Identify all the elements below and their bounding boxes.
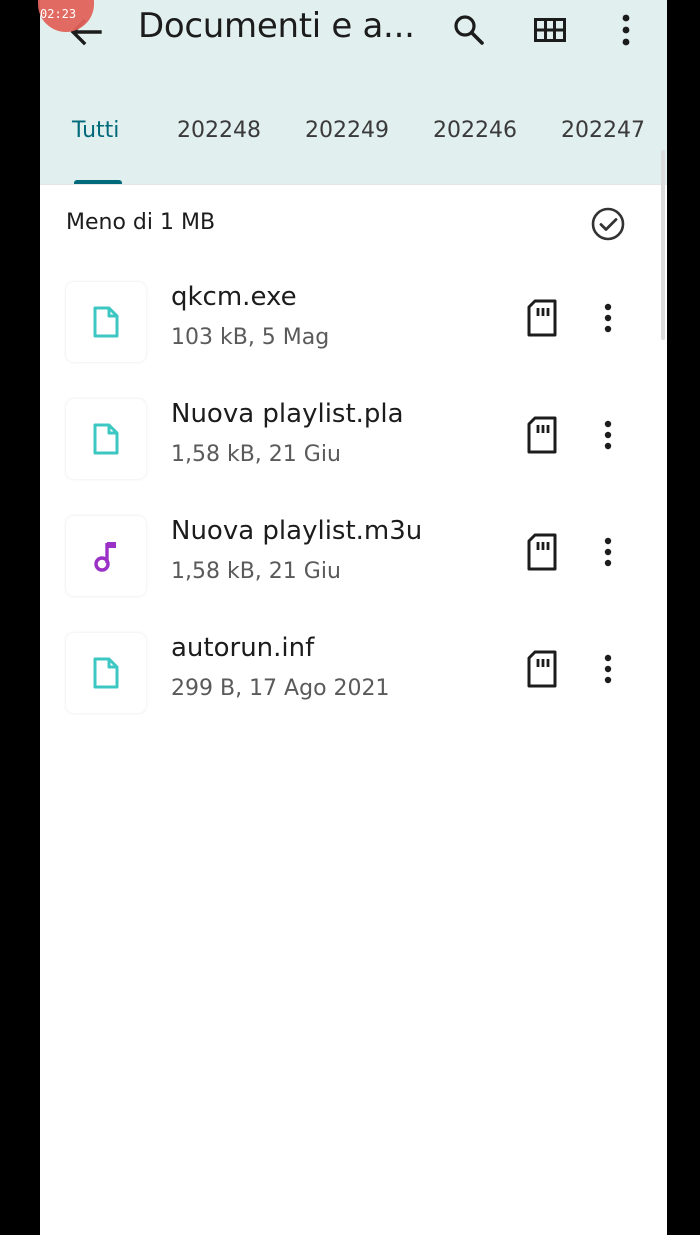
- scrollbar[interactable]: [661, 150, 665, 340]
- tab-bar: Tutti 202248 202249 202246 202247: [40, 100, 667, 184]
- record-time: 02:23: [40, 7, 77, 21]
- more-vert-icon[interactable]: [590, 298, 626, 338]
- file-name: Nuova playlist.pla: [171, 399, 404, 429]
- file-icon: [66, 633, 146, 713]
- list-item[interactable]: qkcm.exe 103 kB, 5 Mag: [40, 272, 667, 382]
- grid-view-icon[interactable]: [526, 6, 574, 54]
- file-name: autorun.inf: [171, 633, 315, 663]
- tab-tutti[interactable]: Tutti: [72, 118, 119, 143]
- tab-202247[interactable]: 202247: [561, 118, 645, 143]
- more-vert-icon[interactable]: [590, 532, 626, 572]
- sd-card-icon: [525, 532, 559, 572]
- file-meta: 103 kB, 5 Mag: [171, 325, 330, 350]
- file-name: qkcm.exe: [171, 282, 297, 312]
- list-item[interactable]: Nuova playlist.pla 1,58 kB, 21 Giu: [40, 389, 667, 499]
- phone-screen: Documenti e a... Tutti 202248 202249 202…: [40, 0, 667, 1235]
- sd-card-icon: [525, 298, 559, 338]
- app-bar: Documenti e a... Tutti 202248 202249 202…: [40, 0, 667, 184]
- page-title: Documenti e a...: [138, 6, 415, 46]
- list-item[interactable]: autorun.inf 299 B, 17 Ago 2021: [40, 623, 667, 733]
- list-item[interactable]: Nuova playlist.m3u 1,58 kB, 21 Giu: [40, 506, 667, 616]
- file-icon: [66, 282, 146, 362]
- section-title: Meno di 1 MB: [66, 210, 216, 235]
- tab-202249[interactable]: 202249: [305, 118, 389, 143]
- sd-card-icon: [525, 649, 559, 689]
- more-vert-icon[interactable]: [590, 649, 626, 689]
- tab-202248[interactable]: 202248: [177, 118, 261, 143]
- file-icon: [66, 399, 146, 479]
- file-meta: 1,58 kB, 21 Giu: [171, 442, 341, 467]
- music-note-icon: [66, 516, 146, 596]
- tab-202246[interactable]: 202246: [433, 118, 517, 143]
- file-meta: 299 B, 17 Ago 2021: [171, 676, 390, 701]
- divider: [40, 184, 667, 185]
- sd-card-icon: [525, 415, 559, 455]
- file-meta: 1,58 kB, 21 Giu: [171, 559, 341, 584]
- select-all-check-icon[interactable]: [588, 204, 628, 244]
- more-vert-icon[interactable]: [590, 415, 626, 455]
- file-name: Nuova playlist.m3u: [171, 516, 423, 546]
- search-icon[interactable]: [445, 6, 493, 54]
- more-vert-icon[interactable]: [602, 6, 650, 54]
